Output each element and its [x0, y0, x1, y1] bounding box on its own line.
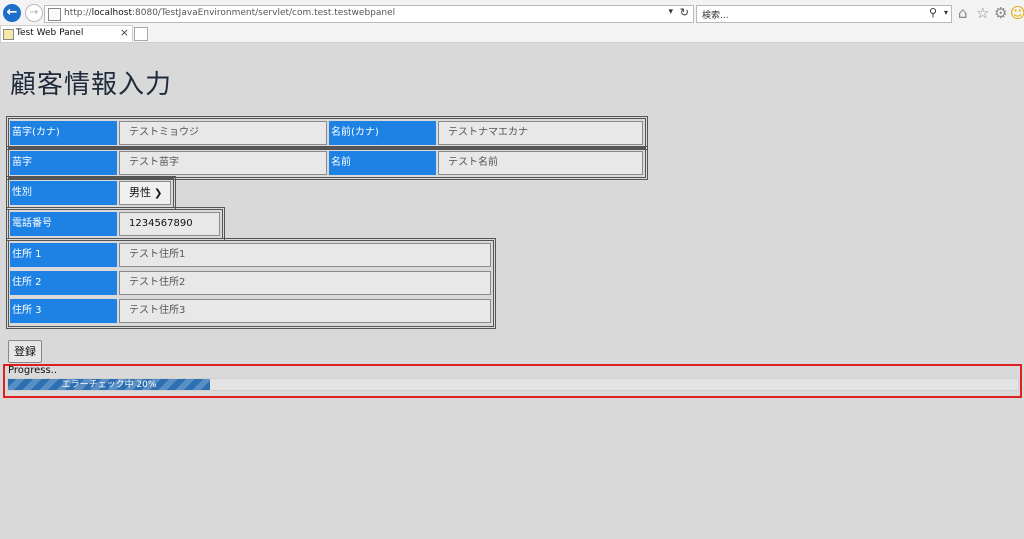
settings-icon[interactable]: ⚙: [994, 5, 1007, 21]
page-favicon-icon: [48, 8, 61, 21]
back-icon[interactable]: ←: [3, 4, 21, 22]
phone-label: 電話番号: [10, 212, 117, 236]
sei-kana-input[interactable]: テストミョウジ: [119, 121, 327, 145]
submit-button[interactable]: 登録: [8, 340, 42, 363]
mei-label: 名前: [329, 151, 436, 175]
progress-text: エラーチェック中 20%: [61, 380, 157, 390]
address1-label: 住所 1: [10, 243, 117, 267]
search-placeholder: 検索...: [702, 11, 729, 21]
home-icon[interactable]: ⌂: [958, 5, 968, 21]
name-row: 苗字 テスト苗字 名前 テスト名前: [6, 146, 648, 180]
browser-tab[interactable]: Test Web Panel ×: [0, 25, 133, 42]
page-title: 顧客情報入力: [10, 70, 173, 100]
chevron-down-icon: ❯: [154, 188, 163, 199]
name-kana-row: 苗字(カナ) テストミョウジ 名前(カナ) テストナマエカナ: [6, 116, 648, 150]
browser-search-input[interactable]: 検索... ⚲ ▾: [696, 5, 952, 23]
mei-kana-label: 名前(カナ): [329, 121, 436, 145]
progress-track: エラーチェック中 20%: [7, 378, 1019, 391]
gender-row: 性別 男性 ❯: [6, 176, 176, 210]
tab-title: Test Web Panel: [16, 28, 84, 38]
sei-input[interactable]: テスト苗字: [119, 151, 327, 175]
address-bar[interactable]: http://localhost:8080/TestJavaEnvironmen…: [44, 5, 694, 23]
gender-selected-value: 男性: [129, 186, 151, 199]
sei-kana-label: 苗字(カナ): [10, 121, 117, 145]
close-icon[interactable]: ×: [120, 26, 129, 39]
favorites-icon[interactable]: ☆: [976, 5, 989, 21]
tab-favicon-icon: [3, 29, 14, 40]
phone-input[interactable]: 1234567890: [119, 212, 220, 236]
sei-label: 苗字: [10, 151, 117, 175]
gender-select[interactable]: 男性 ❯: [119, 181, 171, 205]
gender-label: 性別: [10, 181, 117, 205]
address-url: http://localhost:8080/TestJavaEnvironmen…: [64, 8, 396, 18]
phone-row: 電話番号 1234567890: [6, 207, 225, 241]
search-dropdown-icon[interactable]: ▾: [944, 8, 948, 17]
browser-chrome: ← → http://localhost:8080/TestJavaEnviro…: [0, 0, 1024, 43]
forward-icon[interactable]: →: [25, 4, 43, 22]
address-group: 住所 1 テスト住所1 住所 2 テスト住所2 住所 3 テスト住所3: [6, 238, 496, 329]
smiley-icon[interactable]: ☺: [1010, 5, 1024, 21]
address2-input[interactable]: テスト住所2: [119, 271, 491, 295]
address-dropdown-icon[interactable]: ▾: [668, 7, 673, 17]
mei-input[interactable]: テスト名前: [438, 151, 643, 175]
refresh-icon[interactable]: ↻: [680, 6, 689, 19]
address3-label: 住所 3: [10, 299, 117, 323]
address2-label: 住所 2: [10, 271, 117, 295]
new-tab-button[interactable]: [134, 27, 148, 41]
address1-input[interactable]: テスト住所1: [119, 243, 491, 267]
address3-input[interactable]: テスト住所3: [119, 299, 491, 323]
search-icon[interactable]: ⚲: [929, 6, 937, 19]
mei-kana-input[interactable]: テストナマエカナ: [438, 121, 643, 145]
progress-label: Progress..: [8, 365, 58, 376]
